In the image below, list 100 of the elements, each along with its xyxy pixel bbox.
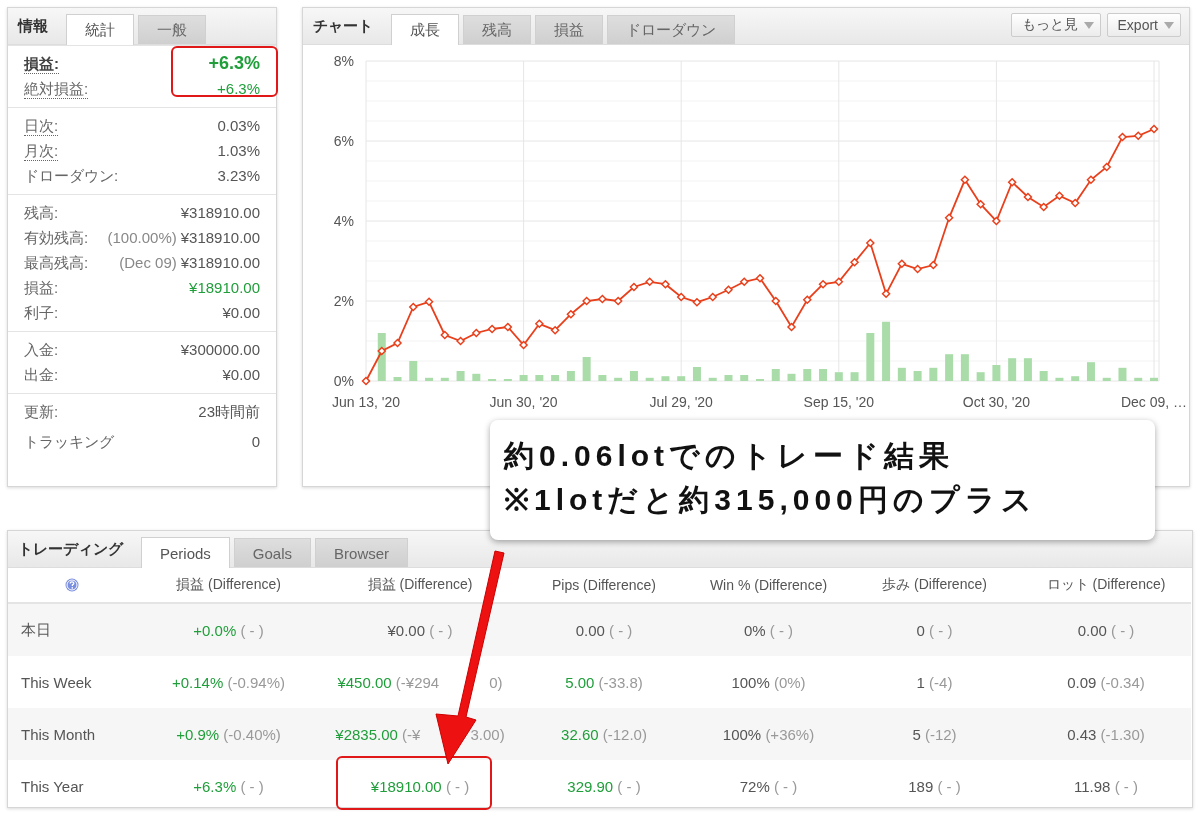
tab[interactable]: 残高 [463,15,531,44]
axis-label: Jun 30, '20 [489,394,558,410]
bar [1071,376,1080,381]
table-cell: 0.00 ( - ) [575,621,633,639]
tab[interactable]: Goals [233,538,312,567]
bar [566,371,575,381]
caret-icon [1164,21,1174,29]
bar [913,371,922,381]
axis-label: Sep 15, '20 [803,394,874,410]
bar [677,376,686,381]
bar [409,361,418,381]
stat-value: ¥18910.00 [189,278,260,298]
stat-label: 入金: [24,340,59,360]
axis-label: 4% [333,213,354,229]
tab[interactable]: 成長 [391,14,459,45]
stat-label: 損益: [24,54,59,74]
table-cell: 0 ( - ) [916,621,953,639]
data-point [550,325,560,335]
period-label: This Year [20,776,85,797]
bar [1055,377,1064,381]
panel-title: トレーディング [18,539,123,559]
stat-value: ¥0.00 [222,365,260,385]
bar [535,375,544,381]
stat-value: ¥300000.00 [180,340,260,360]
table-cell: 5.00 (-33.8) [565,673,643,691]
bar [834,372,843,381]
axis-label: 6% [333,133,354,149]
data-point [471,328,481,338]
axis-label: Jun 13, '20 [331,394,401,410]
table-cell: 0.09 (-0.34) [1067,673,1145,691]
period-label: This Week [20,672,93,693]
table-cell: 32.60 (-12.0) [561,725,647,743]
table-cell: ¥450.00 (-¥294 0) [337,673,503,691]
axis-label: 8% [333,53,354,69]
stat-label: 出金: [24,365,59,385]
tab[interactable]: 統計 [66,14,134,45]
data-point [771,296,781,306]
bar [598,375,607,381]
data-point [566,309,576,319]
bar [960,354,969,381]
bar [1150,377,1158,381]
table-cell: 1 (-4) [916,673,953,691]
panel-title: 情報 [18,16,48,36]
bar [787,373,796,381]
bar [803,369,812,381]
tab[interactable]: 損益 [535,15,603,44]
bar [929,367,938,381]
data-point [408,302,418,312]
callout-text: 約0.06lotでのトレード結果 [504,438,956,474]
help-icon[interactable] [65,578,79,592]
tab[interactable]: Periods [141,537,230,568]
table-cell: ¥0.00 ( - ) [387,621,453,639]
stat-label: 更新: [24,402,59,422]
axis-label: Jul 29, '20 [649,394,713,410]
table-cell: ¥2835.00 (-¥ 3.00) [335,725,505,743]
data-point [487,324,497,334]
tab[interactable]: ドローダウン [607,15,735,44]
bar [629,371,638,381]
data-point [944,213,954,223]
bar [692,367,701,381]
data-point [361,376,371,386]
stat-label: 絶対損益: [24,79,89,99]
dropdown-button[interactable]: もっと見 [1010,13,1101,37]
bar [551,375,560,381]
data-point [913,264,923,274]
data-point [582,296,592,306]
table-cell: 0.00 ( - ) [1077,621,1135,639]
bar [945,354,954,381]
stat-label: 残高: [24,203,59,223]
bar [771,369,780,381]
bar [614,377,623,381]
stat-label: 最高残高: [24,253,89,273]
bar [1023,358,1032,381]
stat-value: ¥318910.00 [180,253,260,273]
bar [1118,367,1127,381]
data-point [991,216,1001,226]
table-cell: 100% (+36%) [722,725,815,743]
bar [992,365,1001,381]
stat-value: +6.3% [208,52,260,75]
data-point [676,292,686,302]
tab[interactable]: Browser [315,538,409,567]
stat-note: (100.00%) [107,228,177,248]
bar [866,333,875,381]
table-cell: 11.98 ( - ) [1074,777,1138,795]
data-point [377,346,387,356]
stat-value: ¥318910.00 [180,228,260,248]
tab[interactable]: 一般 [138,15,206,44]
dropdown-button[interactable]: Export [1106,13,1181,37]
stat-value: +6.3% [217,79,260,99]
bar [1008,358,1017,381]
bar [661,376,670,381]
bar [708,377,717,381]
table-cell: 100% (0%) [731,673,806,691]
axis-label: Oct 30, '20 [962,394,1031,410]
bar [645,377,654,381]
data-point [1149,124,1159,134]
stat-value: ¥0.00 [222,303,260,323]
table-cell: 189 ( - ) [908,777,961,795]
table-cell: 5 (-12) [912,725,957,743]
table-cell: +0.0% ( - ) [193,621,264,639]
